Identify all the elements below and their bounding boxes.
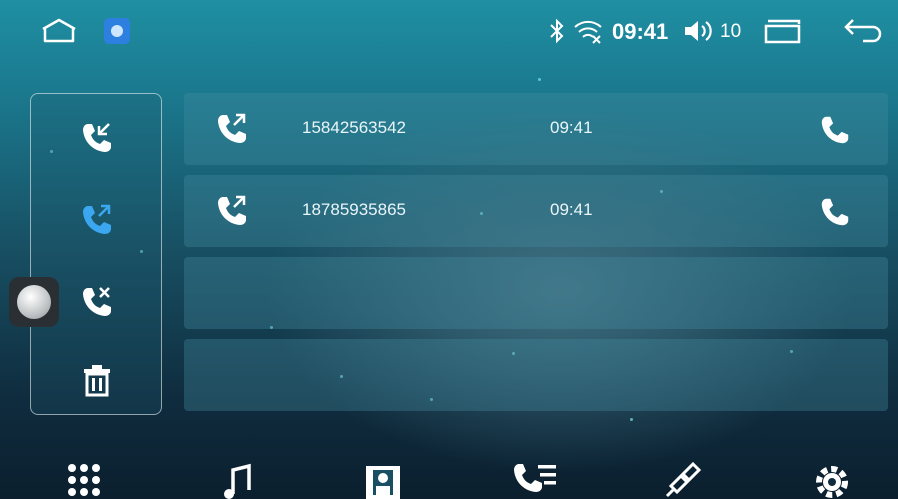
outgoing-call-icon <box>214 111 250 152</box>
call-time: 09:41 <box>550 118 593 137</box>
phone-icon <box>821 116 849 144</box>
call-log-row[interactable]: 18785935865 09:41 <box>184 175 888 247</box>
call-tab-panel <box>30 93 162 415</box>
settings-icon[interactable] <box>812 460 852 499</box>
home-icon[interactable] <box>40 18 78 49</box>
link-icon[interactable] <box>663 460 703 499</box>
status-time: 09:41 <box>612 19 669 44</box>
phone-icon <box>821 198 849 226</box>
apps-grid-icon[interactable] <box>66 460 102 499</box>
phone-call-log-screen: 09:41 10 15842563542 09:41 18785935865 0… <box>0 0 898 499</box>
bottom-nav <box>0 440 898 499</box>
trash-icon <box>84 365 110 397</box>
bluetooth-icon <box>548 18 566 49</box>
missed-call-icon <box>83 287 111 316</box>
call-log-row-empty <box>184 339 888 411</box>
outgoing-call-icon <box>214 193 250 234</box>
back-icon[interactable] <box>843 18 885 49</box>
call-time: 09:41 <box>550 200 593 219</box>
app-badge-icon <box>103 17 131 50</box>
outgoing-call-icon <box>83 204 111 234</box>
incoming-call-icon <box>83 123 111 152</box>
tab-outgoing-calls[interactable] <box>31 182 161 252</box>
phone-number: 15842563542 <box>302 118 407 137</box>
assistive-dot <box>17 285 51 319</box>
status-bar: 09:41 10 <box>0 0 898 62</box>
floating-assistive-button[interactable] <box>9 277 59 327</box>
tab-incoming-calls[interactable] <box>31 100 161 170</box>
music-icon[interactable] <box>222 460 252 499</box>
call-log-row[interactable]: 15842563542 09:41 <box>184 93 888 165</box>
call-back-button[interactable] <box>818 195 852 234</box>
phone-number: 18785935865 <box>302 200 407 219</box>
recent-apps-icon[interactable] <box>763 18 803 49</box>
contacts-icon[interactable] <box>363 460 403 499</box>
wifi-icon <box>573 18 603 49</box>
call-back-button[interactable] <box>818 113 852 152</box>
volume-icon <box>683 18 715 49</box>
call-log-icon[interactable] <box>510 460 560 499</box>
background-sparkle <box>538 78 541 81</box>
tab-delete[interactable] <box>31 342 161 412</box>
call-log-row-empty <box>184 257 888 329</box>
background-sparkle <box>630 418 633 421</box>
volume-level: 10 <box>720 21 742 42</box>
